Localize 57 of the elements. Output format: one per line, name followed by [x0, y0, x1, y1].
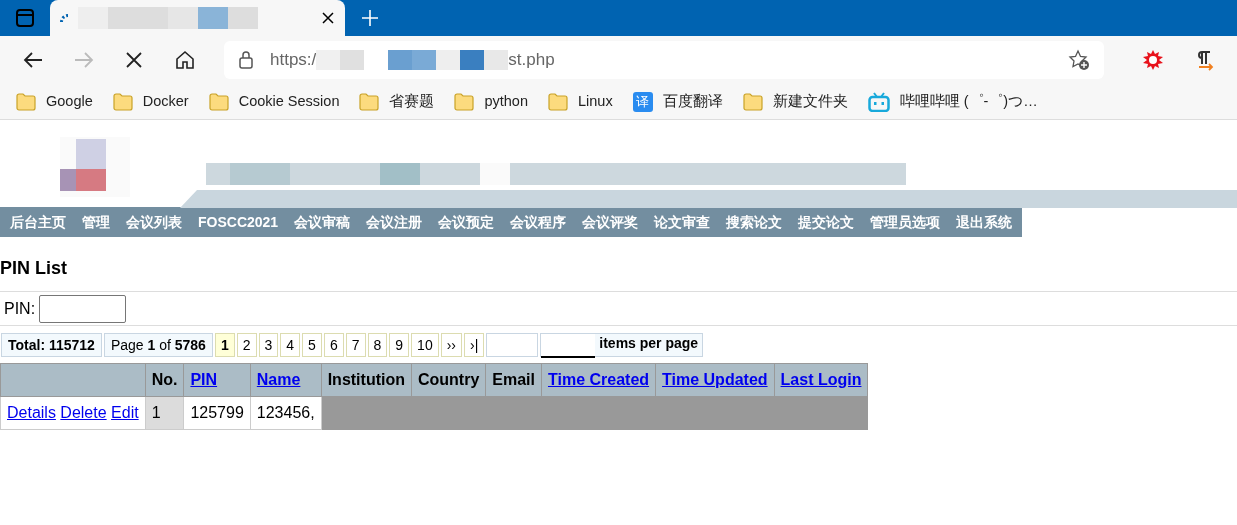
tv-icon	[867, 91, 890, 112]
page-link[interactable]: ›|	[464, 333, 485, 357]
column-header: Email	[492, 371, 535, 388]
bookmark[interactable]: 哔哩哔哩 (゜-゜)つ…	[857, 90, 1048, 113]
field-label: PIN:	[4, 298, 36, 319]
column-header: No.	[151, 371, 178, 388]
folder-icon	[548, 92, 568, 111]
page-link[interactable]: 4	[280, 333, 301, 357]
url-text: st.php	[508, 49, 555, 72]
page-link[interactable]: 8	[367, 333, 388, 357]
page-link[interactable]: 1	[214, 333, 235, 357]
add-favorite-icon[interactable]	[1068, 49, 1090, 71]
bookmark[interactable]: 省赛题	[349, 90, 445, 113]
page-info: Page 1 of 5786	[103, 333, 213, 357]
close-icon[interactable]	[321, 11, 335, 25]
bookmark[interactable]: Docker	[102, 90, 199, 113]
folder-icon	[742, 92, 763, 111]
page-link[interactable]: ››	[440, 333, 462, 357]
page-link[interactable]: 7	[345, 333, 366, 357]
page-link[interactable]: 9	[389, 333, 410, 357]
action-link[interactable]: Edit	[111, 404, 139, 421]
loading-icon	[60, 13, 70, 23]
column-header: Country	[417, 371, 480, 388]
folder-icon	[359, 92, 380, 111]
page-link[interactable]: 6	[323, 333, 344, 357]
bookmark[interactable]: Cookie Session	[198, 90, 350, 113]
action-link[interactable]: Delete	[60, 404, 107, 421]
total-count: Total: 115712	[1, 333, 102, 357]
table-cell: 125799	[183, 396, 251, 430]
new-tab-icon[interactable]	[361, 9, 379, 27]
folder-icon	[16, 92, 36, 111]
folder-icon	[208, 92, 229, 111]
address-bar[interactable]: https:/ st.php	[224, 41, 1104, 79]
bookmark[interactable]: python	[444, 90, 538, 113]
bookmark[interactable]: 译 百度翻译	[622, 90, 733, 113]
lock-icon	[238, 51, 254, 69]
column-header: Institution	[327, 371, 405, 388]
translate-icon: 译	[632, 91, 653, 112]
home-icon[interactable]	[173, 49, 196, 71]
table-cell: 123456,	[250, 396, 322, 430]
folder-icon	[454, 92, 475, 111]
page-link[interactable]: 10	[411, 333, 439, 357]
page-link[interactable]: 2	[236, 333, 257, 357]
pin-input[interactable]	[39, 294, 127, 323]
folder-icon	[112, 92, 133, 111]
page-input[interactable]	[486, 333, 539, 357]
bookmark[interactable]: 新建文件夹	[732, 90, 858, 113]
page-title: PIN List	[0, 257, 68, 279]
per-page-label: items per page	[598, 334, 700, 353]
per-page-input[interactable]	[541, 334, 596, 358]
tab-actions-icon[interactable]	[15, 8, 35, 28]
page-link[interactable]: 3	[258, 333, 279, 357]
page-link[interactable]: 5	[302, 333, 322, 357]
bookmark[interactable]: Google	[6, 90, 103, 113]
action-link[interactable]: Details	[7, 404, 56, 421]
bookmark[interactable]: Linux	[538, 90, 623, 113]
url-text: https:/	[270, 49, 317, 72]
